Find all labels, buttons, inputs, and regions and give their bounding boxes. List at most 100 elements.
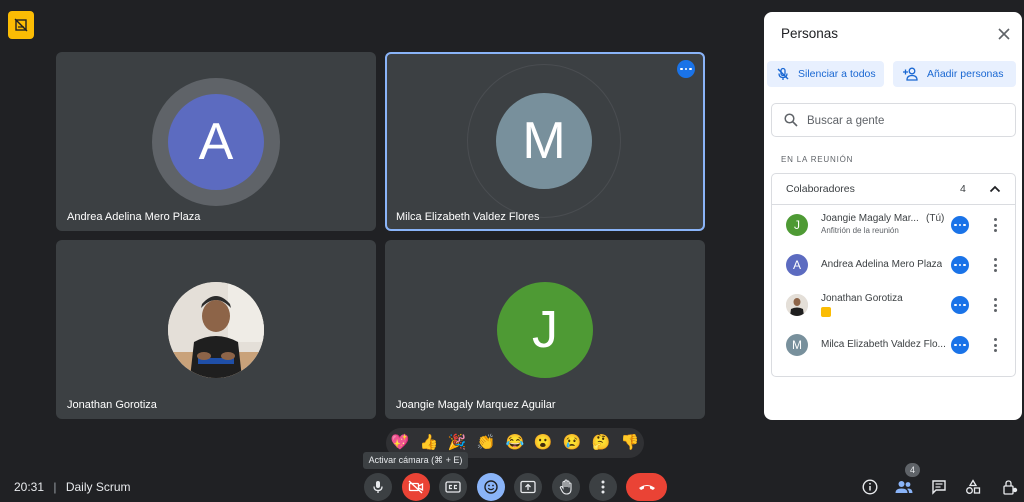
present-button[interactable] [514, 473, 542, 501]
search-icon [784, 113, 798, 127]
video-tile-andrea[interactable]: A Andrea Adelina Mero Plaza [56, 52, 376, 231]
participant-name: Jonathan Gorotiza [67, 399, 157, 411]
people-panel: Personas Silenciar a todos Añadir person… [764, 12, 1022, 420]
participant-name: Milca Elizabeth Valdez Flo... [821, 339, 946, 350]
people-search-box [771, 103, 1016, 137]
more-horizontal-icon [954, 263, 966, 267]
more-options-button[interactable] [589, 473, 617, 501]
closed-captions-icon [445, 481, 461, 493]
participant-row[interactable]: Jonathan Gorotiza [772, 285, 1015, 325]
info-icon [862, 479, 878, 495]
participant-options-button[interactable] [951, 256, 969, 274]
end-call-button[interactable] [626, 473, 667, 501]
people-button[interactable] [894, 477, 914, 497]
participants-count-badge: 4 [905, 463, 920, 477]
participant-name: Joangie Magaly Marquez Aguilar [396, 399, 556, 411]
avatar: M [496, 93, 592, 189]
reaction-thumbs-up[interactable]: 👍 [419, 433, 439, 453]
reaction-party[interactable]: 🎉 [447, 433, 467, 453]
avatar: M [786, 334, 808, 356]
more-horizontal-icon [680, 67, 692, 71]
mute-all-label: Silenciar a todos [798, 68, 876, 80]
more-vert-icon [601, 480, 605, 494]
meeting-details-button[interactable] [860, 477, 880, 497]
add-person-icon [903, 67, 918, 81]
participant-row[interactable]: J Joangie Magaly Mar... (Tú) Anfitrión d… [772, 205, 1015, 245]
section-label: EN LA REUNIÓN [781, 155, 854, 164]
collaborators-group: Colaboradores 4 J Joangie Magaly Mar... … [771, 173, 1016, 377]
more-vert-button[interactable] [991, 216, 999, 234]
reaction-surprised[interactable]: 😮 [533, 433, 553, 453]
panel-title: Personas [781, 26, 839, 41]
camera-button[interactable] [402, 473, 430, 501]
add-people-label: Añadir personas [927, 68, 1004, 80]
avatar: J [786, 214, 808, 236]
participant-name: Andrea Adelina Mero Plaza [821, 259, 943, 270]
captions-button[interactable] [439, 473, 467, 501]
participant-options-button[interactable] [951, 296, 969, 314]
reaction-sparkling-heart[interactable]: 💖 [390, 433, 410, 453]
video-tile-jonathan[interactable]: Jonathan Gorotiza [56, 240, 376, 419]
meeting-info: 20:31 | Daily Scrum [14, 480, 131, 494]
host-controls-button[interactable] [1000, 477, 1020, 497]
meeting-separator: | [53, 480, 57, 494]
meeting-time: 20:31 [14, 480, 45, 494]
avatar: A [786, 254, 808, 276]
add-people-button[interactable]: Añadir personas [893, 61, 1016, 87]
reactions-button[interactable] [477, 473, 505, 501]
presentation-off-icon [821, 307, 831, 317]
participant-options-button[interactable] [951, 336, 969, 354]
more-vert-button[interactable] [991, 336, 999, 354]
close-icon [998, 28, 1010, 40]
participant-row[interactable]: M Milca Elizabeth Valdez Flo... [772, 325, 1015, 365]
avatar: J [497, 282, 593, 378]
group-label: Colaboradores [786, 183, 855, 195]
mic-off-icon [777, 67, 789, 80]
activities-button[interactable] [963, 477, 983, 497]
host-label: Anfitrión de la reunión [821, 226, 899, 235]
more-horizontal-icon [954, 343, 966, 347]
reaction-thumbs-down[interactable]: 👎 [620, 433, 640, 453]
tile-options-button[interactable] [677, 60, 695, 78]
meeting-name: Daily Scrum [65, 480, 131, 494]
chat-icon [932, 480, 946, 495]
you-label: (Tú) [926, 213, 945, 224]
collaborators-header[interactable]: Colaboradores 4 [772, 174, 1015, 205]
reaction-laugh[interactable]: 😂 [505, 433, 525, 453]
presentation-off-icon[interactable] [8, 11, 34, 39]
video-tile-joangie[interactable]: J Joangie Magaly Marquez Aguilar [385, 240, 705, 419]
reaction-clap[interactable]: 👏 [476, 433, 496, 453]
more-vert-button[interactable] [991, 256, 999, 274]
participant-name: Andrea Adelina Mero Plaza [67, 211, 201, 223]
more-horizontal-icon [954, 223, 966, 227]
chat-button[interactable] [929, 477, 949, 497]
mute-all-button[interactable]: Silenciar a todos [767, 61, 884, 87]
participant-row[interactable]: A Andrea Adelina Mero Plaza [772, 245, 1015, 285]
reaction-thinking[interactable]: 🤔 [591, 433, 611, 453]
participant-name: Joangie Magaly Mar... [821, 213, 919, 224]
camera-off-icon [408, 480, 424, 494]
hand-icon [559, 479, 572, 495]
reaction-sad[interactable]: 😢 [562, 433, 582, 453]
people-icon [895, 481, 913, 493]
participant-name: Jonathan Gorotiza [821, 293, 903, 304]
group-count: 4 [960, 183, 966, 195]
more-vert-button[interactable] [991, 296, 999, 314]
participant-name: Milca Elizabeth Valdez Flores [396, 211, 540, 223]
camera-tooltip: Activar cámara (⌘ + E) [363, 452, 468, 469]
avatar: A [168, 94, 264, 190]
emoji-icon [484, 480, 498, 494]
chevron-up-icon [989, 185, 1001, 193]
activities-icon [966, 479, 981, 494]
more-horizontal-icon [954, 303, 966, 307]
avatar-photo [168, 282, 264, 378]
video-tile-milca[interactable]: M Milca Elizabeth Valdez Flores [385, 52, 705, 231]
hang-up-icon [638, 485, 655, 490]
search-input[interactable] [805, 111, 1009, 131]
close-panel-button[interactable] [996, 26, 1012, 42]
present-screen-icon [520, 480, 536, 494]
microphone-button[interactable] [364, 473, 392, 501]
lock-person-icon [1003, 480, 1018, 495]
raise-hand-button[interactable] [552, 473, 580, 501]
participant-options-button[interactable] [951, 216, 969, 234]
